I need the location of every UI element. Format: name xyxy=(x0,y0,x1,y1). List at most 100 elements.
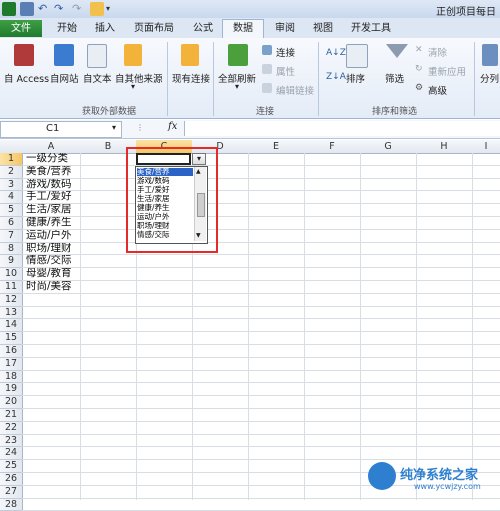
sort-button[interactable]: 排序 xyxy=(346,71,365,85)
from-other-sources-button[interactable]: 自其他来源 xyxy=(115,71,163,85)
row-header[interactable]: 24 xyxy=(0,447,23,461)
reapply-button[interactable]: 重新应用 xyxy=(428,64,466,78)
column-header-i[interactable]: I xyxy=(472,140,500,154)
row-header[interactable]: 20 xyxy=(0,396,23,409)
tab-view[interactable]: 视图 xyxy=(306,20,340,37)
row-header[interactable]: 17 xyxy=(0,357,23,371)
redo-icon[interactable]: ↷ xyxy=(54,2,68,16)
insert-function-button[interactable]: fx xyxy=(168,121,177,132)
advanced-button[interactable]: 高级 xyxy=(428,83,447,97)
tab-review[interactable]: 审阅 xyxy=(268,20,302,37)
tab-file[interactable]: 文件 xyxy=(0,20,42,37)
row-header[interactable]: 12 xyxy=(0,293,23,307)
other-sources-icon xyxy=(124,44,142,66)
from-access-button[interactable]: 自 Access xyxy=(4,71,49,85)
edit-links-button[interactable]: 编辑链接 xyxy=(276,83,314,97)
text-to-columns-button[interactable]: 分列 xyxy=(480,71,499,85)
row-header[interactable]: 3 xyxy=(0,178,23,192)
cell-a[interactable]: 手工/爱好 xyxy=(26,191,108,203)
clear-icon: ✕ xyxy=(415,45,423,55)
properties-icon xyxy=(262,64,272,74)
column-header-g[interactable]: G xyxy=(360,140,417,154)
chevron-down-icon: ▾ xyxy=(235,82,240,91)
cell-a[interactable]: 健康/养生 xyxy=(26,217,108,229)
name-box[interactable] xyxy=(0,121,122,138)
row-header[interactable]: 28 xyxy=(0,498,23,511)
save-icon[interactable] xyxy=(20,2,34,16)
select-all-corner[interactable] xyxy=(0,140,23,154)
row-header[interactable]: 23 xyxy=(0,434,23,448)
row-header[interactable]: 21 xyxy=(0,409,23,422)
from-text-button[interactable]: 自文本 xyxy=(83,71,112,85)
tab-developer[interactable]: 开发工具 xyxy=(346,20,396,37)
divider xyxy=(474,42,475,116)
row-gridline xyxy=(22,395,500,397)
row-header[interactable]: 13 xyxy=(0,306,23,320)
undo-icon[interactable]: ↶ xyxy=(38,2,52,16)
row-header[interactable]: 7 xyxy=(0,229,23,243)
tab-data[interactable]: 数据 xyxy=(222,19,264,38)
filter-button[interactable]: 筛选 xyxy=(385,71,404,85)
chevron-down-icon[interactable]: ▾ xyxy=(112,123,116,132)
row-gridline xyxy=(22,344,500,345)
chevron-down-icon: ▾ xyxy=(131,82,136,91)
open-folder-icon[interactable] xyxy=(90,2,104,16)
from-web-button[interactable]: 自网站 xyxy=(50,71,79,85)
row-header[interactable]: 18 xyxy=(0,370,23,384)
existing-connections-icon xyxy=(181,44,199,66)
existing-connections-button[interactable]: 现有连接 xyxy=(172,71,210,85)
row-header[interactable]: 9 xyxy=(0,255,23,269)
sort-za-icon[interactable]: Z↓A xyxy=(326,72,346,82)
row-header[interactable]: 5 xyxy=(0,204,23,217)
tab-formulas[interactable]: 公式 xyxy=(186,20,220,37)
connections-button[interactable]: 连接 xyxy=(276,45,295,59)
row-gridline xyxy=(22,420,500,422)
row-header[interactable]: 19 xyxy=(0,383,23,397)
row-header[interactable]: 6 xyxy=(0,217,23,230)
row-header[interactable]: 15 xyxy=(0,332,23,345)
row-header[interactable]: 10 xyxy=(0,268,23,281)
tab-home[interactable]: 开始 xyxy=(50,20,84,37)
cell-a[interactable]: 美食/营养 xyxy=(26,166,108,178)
row-header[interactable]: 16 xyxy=(0,345,23,358)
highlight-annotation-box xyxy=(126,147,218,253)
row-header[interactable]: 8 xyxy=(0,242,23,256)
properties-button[interactable]: 属性 xyxy=(276,64,295,78)
tab-page-layout[interactable]: 页面布局 xyxy=(126,20,182,37)
row-header[interactable]: 2 xyxy=(0,165,23,179)
formula-input[interactable] xyxy=(184,121,500,136)
cell-a[interactable]: 情感/交际 xyxy=(26,255,108,267)
filter-icon xyxy=(386,44,408,58)
row-gridline xyxy=(22,292,500,294)
row-header[interactable]: 4 xyxy=(0,191,23,205)
tab-insert[interactable]: 插入 xyxy=(88,20,122,37)
column-header-h[interactable]: H xyxy=(416,140,473,154)
cell-a[interactable]: 运动/户外 xyxy=(26,230,108,242)
row-header[interactable]: 27 xyxy=(0,485,23,499)
row-gridline xyxy=(22,408,500,409)
cell-a[interactable]: 游戏/数码 xyxy=(26,179,108,191)
sort-az-icon[interactable]: A↓Z xyxy=(326,48,346,58)
cell-a[interactable]: 职场/理财 xyxy=(26,243,108,255)
column-header-a[interactable]: A xyxy=(22,140,81,154)
watermark-logo-icon xyxy=(368,462,396,490)
column-header-e[interactable]: E xyxy=(248,140,305,154)
row-gridline xyxy=(22,446,500,448)
edit-links-icon xyxy=(262,83,272,93)
cell-a[interactable]: 一级分类 xyxy=(26,153,108,165)
clear-button[interactable]: 清除 xyxy=(428,45,447,59)
column-gridline xyxy=(304,153,305,500)
row-header[interactable]: 14 xyxy=(0,319,23,333)
cell-a[interactable]: 生活/家居 xyxy=(26,204,108,216)
column-header-f[interactable]: F xyxy=(304,140,361,154)
row-header[interactable]: 1 xyxy=(0,153,23,166)
row-gridline xyxy=(22,318,500,320)
group-label-connections: 连接 xyxy=(256,107,275,117)
row-header[interactable]: 11 xyxy=(0,281,23,294)
cell-a[interactable]: 时尚/美容 xyxy=(26,281,108,293)
quick-access-dropdown-icon[interactable]: ▾ xyxy=(106,4,110,13)
row-header[interactable]: 22 xyxy=(0,421,23,435)
row-header[interactable]: 26 xyxy=(0,473,23,486)
row-header[interactable]: 25 xyxy=(0,460,23,473)
cell-a[interactable]: 母婴/教育 xyxy=(26,268,108,280)
